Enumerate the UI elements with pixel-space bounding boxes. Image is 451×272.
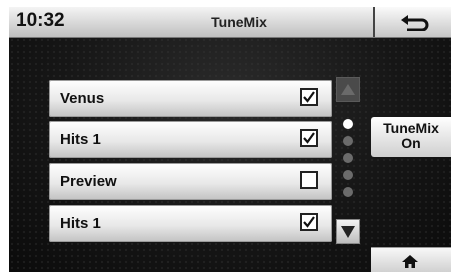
return-arrow-icon bbox=[401, 15, 429, 31]
item-checkbox[interactable] bbox=[300, 171, 318, 189]
clock: 10:32 bbox=[16, 10, 65, 31]
check-icon bbox=[303, 216, 315, 228]
page-title: TuneMix bbox=[211, 14, 267, 30]
check-icon bbox=[303, 132, 315, 144]
list-item-label: Venus bbox=[60, 90, 105, 107]
home-icon bbox=[402, 255, 418, 268]
list-item[interactable]: Hits 1 bbox=[49, 205, 332, 242]
tunemix-label: TuneMix bbox=[383, 120, 439, 136]
scroll-down-button[interactable] bbox=[336, 219, 360, 244]
back-button[interactable] bbox=[373, 7, 451, 37]
status-bar: 10:32 TuneMix bbox=[9, 7, 451, 38]
item-checkbox[interactable] bbox=[300, 129, 318, 147]
tunemix-state: On bbox=[401, 135, 421, 151]
item-checkbox[interactable] bbox=[300, 213, 318, 231]
list-item[interactable]: Hits 1 bbox=[49, 121, 332, 158]
list-item-label: Hits 1 bbox=[60, 131, 101, 148]
scroll-up-button[interactable] bbox=[336, 77, 360, 102]
home-button[interactable] bbox=[371, 247, 451, 272]
page-dot bbox=[343, 136, 353, 146]
list-item[interactable]: Preview bbox=[49, 163, 332, 200]
list-item-label: Hits 1 bbox=[60, 215, 101, 232]
triangle-up-icon bbox=[341, 84, 355, 95]
item-checkbox[interactable] bbox=[300, 88, 318, 106]
triangle-down-icon bbox=[341, 226, 355, 238]
tunemix-on-button[interactable]: TuneMix On bbox=[371, 117, 451, 157]
page-dot-active bbox=[343, 119, 353, 129]
check-icon bbox=[303, 91, 315, 103]
list-item-label: Preview bbox=[60, 173, 117, 190]
page-dot bbox=[343, 153, 353, 163]
tunemix-screen: 10:32 TuneMix Venus Hits 1 Preview Hits … bbox=[9, 7, 451, 272]
page-dot bbox=[343, 187, 353, 197]
page-dot bbox=[343, 170, 353, 180]
list-item[interactable]: Venus bbox=[49, 80, 332, 117]
